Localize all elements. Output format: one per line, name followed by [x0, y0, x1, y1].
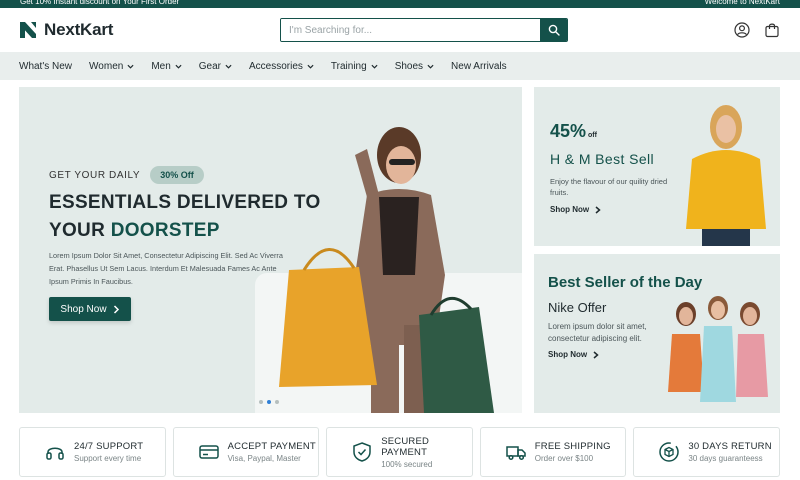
shopping-bag-icon[interactable] [764, 22, 780, 38]
feature-subtitle: Support every time [74, 454, 142, 463]
hero-title-accent: DOORSTEP [110, 220, 220, 241]
feature-title: 30 DAYS RETURN [688, 441, 772, 452]
nav-item-training[interactable]: Training [331, 61, 378, 72]
promo-title: H & M Best Sell [550, 151, 655, 167]
search-input[interactable] [281, 19, 540, 41]
headphones-icon [46, 447, 64, 460]
feature-subtitle: 100% secured [381, 459, 433, 469]
hero-shop-now-button[interactable]: Shop Now [49, 297, 131, 321]
promo-shop-now-link[interactable]: Shop Now [550, 205, 601, 214]
best-seller-description: Lorem ipsum dolor sit amet, consectetur … [548, 322, 647, 343]
main-navigation: What's New Women Men Gear Accessories Trainin… [0, 52, 800, 80]
logo-text: NextKart [44, 20, 114, 39]
truck-icon [506, 446, 526, 461]
hero-title-plain: YOUR [49, 220, 111, 241]
feature-text: SECURED PAYMENT 100% secured [381, 436, 472, 469]
nav-item-label: New Arrivals [451, 60, 507, 72]
group-models-image [668, 296, 768, 402]
chevron-down-icon [127, 64, 134, 69]
welcome-text: Welcome to NextKart [704, 0, 780, 6]
feature-title: 24/7 SUPPORT [74, 441, 144, 452]
nav-item-label: Shoes [394, 60, 424, 72]
feature-subtitle: Visa, Paypal, Master [227, 454, 301, 463]
carousel-dots [259, 400, 279, 404]
nav-item-label: Accessories [249, 60, 303, 72]
hero-model-image [279, 127, 494, 413]
chevron-right-icon [595, 205, 601, 214]
best-seller-shop-now-label: Shop Now [548, 350, 588, 359]
best-seller-shop-now-link[interactable]: Shop Now [548, 350, 599, 359]
feature-text: 24/7 SUPPORT Support every time [74, 441, 143, 463]
chevron-down-icon [175, 64, 182, 69]
feature-title: FREE SHIPPING [534, 441, 611, 452]
feature-text: ACCEPT PAYMENT Visa, Paypal, Master [228, 441, 316, 463]
nav-item-label: Men [151, 60, 171, 72]
best-seller-title: Best Seller of the Day [548, 274, 703, 291]
carousel-dot[interactable] [275, 400, 279, 404]
feature-accept-payment[interactable]: ACCEPT PAYMENT Visa, Paypal, Master [172, 427, 320, 477]
chevron-right-icon [593, 350, 599, 359]
promo-percent-value: 45% [550, 121, 587, 141]
feature-free-shipping[interactable]: FREE SHIPPING Order over $100 [479, 427, 627, 477]
nav-item-women[interactable]: Women [89, 61, 134, 72]
nav-item-label: Training [330, 60, 367, 72]
hero-subtitle-row: GET YOUR DAILY 30% Off [49, 166, 204, 184]
return-box-icon [659, 442, 680, 462]
promo-shop-now-label: Shop Now [550, 205, 590, 214]
promo-card-best-seller: Best Seller of the Day Nike Offer Lorem … [534, 254, 780, 413]
feature-text: 30 DAYS RETURN 30 days guaranteess [688, 441, 771, 463]
nav-item-accessories[interactable]: Accessories [249, 61, 314, 72]
site-header: NextKart [0, 8, 800, 52]
chevron-down-icon [427, 64, 434, 69]
chevron-down-icon [371, 64, 378, 69]
nav-item-label: What's New [19, 60, 73, 72]
search-bar [280, 18, 568, 42]
logo[interactable]: NextKart [18, 20, 113, 40]
top-announcement-bar: Get 10% Instant discount on Your First O… [0, 0, 800, 8]
feature-subtitle: Order over $100 [534, 454, 594, 463]
feature-title: ACCEPT PAYMENT [227, 441, 316, 452]
feature-24-7-support[interactable]: 24/7 SUPPORT Support every time [19, 427, 166, 477]
nav-item-gear[interactable]: Gear [199, 61, 232, 72]
discount-badge: 30% Off [150, 166, 204, 184]
feature-text: FREE SHIPPING Order over $100 [535, 441, 611, 463]
carousel-dot-active[interactable] [267, 400, 271, 404]
nav-item-label: Gear [198, 60, 222, 72]
feature-secured-payment[interactable]: SECURED PAYMENT 100% secured [326, 427, 473, 477]
yellow-hoodie-model-image [686, 105, 766, 246]
hero-banner: GET YOUR DAILY 30% Off ESSENTIALS DELIVE… [19, 87, 522, 413]
logo-mark-icon [20, 22, 36, 38]
shield-check-icon [353, 442, 371, 462]
hero-shop-now-label: Shop Now [60, 303, 107, 315]
hero-subtitle: GET YOUR DAILY [49, 169, 141, 181]
best-seller-subtitle: Nike Offer [548, 300, 607, 315]
chevron-right-icon [113, 304, 119, 314]
search-button[interactable] [540, 19, 567, 41]
search-icon [548, 24, 560, 36]
feature-subtitle: 30 days guaranteess [688, 454, 763, 463]
features-bar: 24/7 SUPPORT Support every time ACCEPT PAY… [19, 427, 780, 477]
carousel-dot[interactable] [259, 400, 263, 404]
chevron-down-icon [225, 64, 232, 69]
nav-item-new-arrivals[interactable]: New Arrivals [451, 61, 507, 72]
promo-percent-suffix: off [588, 132, 597, 139]
promo-description: Enjoy the flavour of our quility dried f… [550, 177, 668, 197]
promo-card-hm: 45% off H & M Best Sell Enjoy the flavour… [534, 87, 780, 246]
credit-card-icon [198, 445, 219, 459]
nav-item-what-s-new[interactable]: What's New [19, 61, 72, 72]
hero-description: Lorem Ipsum Dolor Sit Amet, Consectetur … [49, 251, 283, 286]
nav-item-shoes[interactable]: Shoes [395, 61, 434, 72]
announcement-text: Get 10% Instant discount on Your First O… [20, 0, 180, 6]
feature-title: SECURED PAYMENT [381, 435, 430, 458]
chevron-down-icon [307, 64, 314, 69]
nav-item-label: Women [89, 60, 124, 72]
promo-percent: 45% off [550, 121, 597, 142]
header-actions [734, 22, 780, 38]
nav-item-men[interactable]: Men [151, 60, 182, 72]
user-account-icon[interactable] [734, 22, 750, 38]
feature-30-days-return[interactable]: 30 DAYS RETURN 30 days guaranteess [633, 427, 780, 477]
